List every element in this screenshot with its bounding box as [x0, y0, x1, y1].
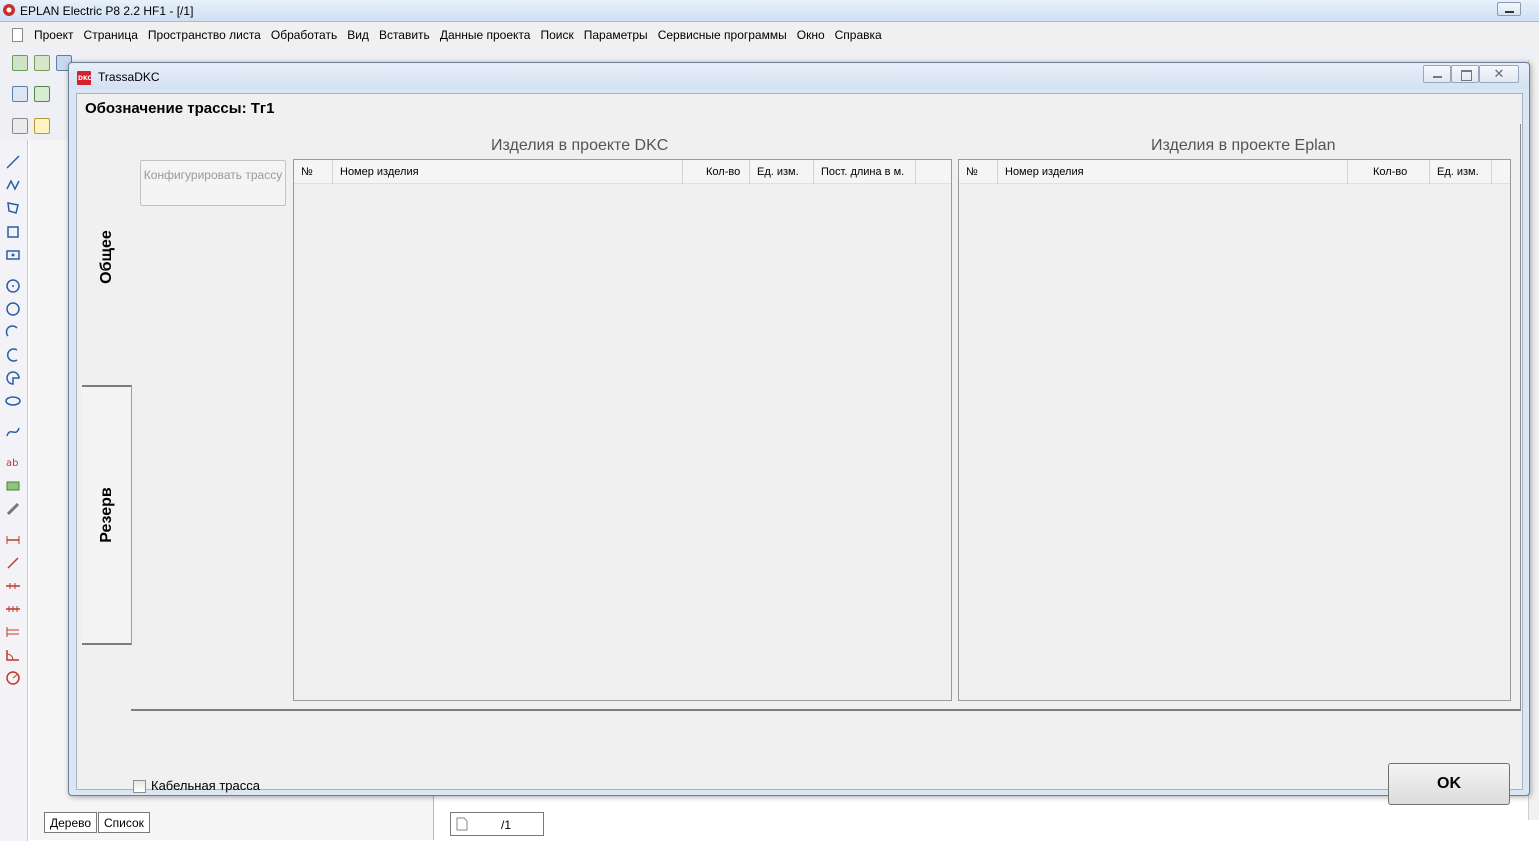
tab-general[interactable]: Общее [82, 127, 132, 387]
menu-page[interactable]: Страница [79, 27, 143, 43]
dialog-body: Обозначение трассы: Тг1 Общее Резерв Кон… [76, 93, 1523, 805]
dialog-minimize-button[interactable] [1423, 65, 1451, 83]
drawing-tools-palette: ab [0, 140, 28, 841]
dimension-tool-icon[interactable] [5, 532, 21, 548]
frame-tool-icon[interactable] [5, 247, 21, 263]
menu-edit[interactable]: Обработать [266, 27, 342, 43]
arc-tool-icon[interactable] [5, 324, 21, 340]
dialog-titlebar: DKC TrassaDKC ✕ [69, 63, 1529, 89]
new-icon[interactable] [12, 55, 28, 71]
col-number[interactable]: № [294, 160, 333, 184]
trassa-dkc-dialog: DKC TrassaDKC ✕ Обозначение трассы: Тг1 … [68, 62, 1530, 805]
tab-reserve[interactable]: Резерв [82, 385, 132, 645]
sector-tool-icon[interactable] [5, 370, 21, 386]
menu-options[interactable]: Параметры [579, 27, 653, 43]
star-icon[interactable] [34, 118, 50, 134]
page-tab-label: /1 [501, 818, 512, 832]
col-product-number[interactable]: Номер изделия [998, 160, 1348, 184]
ok-button[interactable]: OK [1388, 763, 1510, 805]
menu-window[interactable]: Окно [792, 27, 830, 43]
dialog-title: TrassaDKC [98, 70, 160, 84]
tab-general-label: Общее [98, 230, 115, 284]
dialog-close-button[interactable]: ✕ [1479, 65, 1519, 83]
menu-bar: Проект Страница Пространство листа Обраб… [0, 22, 1539, 48]
dialog-maximize-button[interactable] [1451, 65, 1479, 83]
dkc-products-grid[interactable]: № Номер изделия Кол-во Ед. изм. Пост. дл… [293, 159, 952, 701]
col-number[interactable]: № [959, 160, 998, 184]
ellipse-tool-icon[interactable] [5, 393, 21, 409]
dkc-logo-icon: DKC [77, 71, 92, 85]
tab-tree[interactable]: Дерево [44, 812, 98, 833]
main-titlebar: EPLAN Electric P8 2.2 HF1 - [/1] [0, 0, 1539, 22]
close-icon: ✕ [1493, 67, 1505, 82]
dkc-products-title: Изделия в проекте DKC [483, 137, 677, 155]
polyline-tool-icon[interactable] [5, 177, 21, 193]
page-tab[interactable]: /1 [450, 812, 544, 836]
image-tool-icon[interactable] [5, 478, 21, 494]
baseline-dimension-icon[interactable] [5, 624, 21, 640]
eplan-grid-header: № Номер изделия Кол-во Ед. изм. [959, 160, 1510, 184]
col-const-length[interactable]: Пост. длина в м. [814, 160, 916, 184]
menu-search[interactable]: Поиск [535, 27, 578, 43]
tab-reserve-label: Резерв [97, 487, 115, 543]
page-icon[interactable] [12, 86, 28, 102]
arc-3pt-tool-icon[interactable] [5, 347, 21, 363]
col-product-number[interactable]: Номер изделия [333, 160, 683, 184]
menu-project-data[interactable]: Данные проекта [435, 27, 536, 43]
radius-dimension-icon[interactable] [5, 670, 21, 686]
main-window-title: EPLAN Electric P8 2.2 HF1 - [/1] [20, 4, 194, 18]
dkc-grid-header: № Номер изделия Кол-во Ед. изм. Пост. дл… [294, 160, 951, 184]
circle-3pt-tool-icon[interactable] [5, 301, 21, 317]
main-minimize-button[interactable] [1497, 2, 1521, 16]
pencil-tool-icon[interactable] [5, 501, 21, 517]
route-designation-label: Обозначение трассы: Тг1 [85, 100, 275, 117]
cable-route-label: Кабельная трасса [151, 778, 260, 793]
spline-tool-icon[interactable] [5, 424, 21, 440]
chain-dimension-icon[interactable] [5, 578, 21, 594]
col-quantity[interactable]: Кол-во [1348, 160, 1430, 184]
menu-insert[interactable]: Вставить [374, 27, 435, 43]
menu-sheet-space[interactable]: Пространство листа [143, 27, 266, 43]
page-green-icon[interactable] [34, 86, 50, 102]
angle-dimension-icon[interactable] [5, 647, 21, 663]
document-icon [12, 28, 23, 42]
page-icon [456, 817, 468, 831]
eplan-products-grid[interactable]: № Номер изделия Кол-во Ед. изм. [958, 159, 1511, 701]
rectangle-tool-icon[interactable] [5, 224, 21, 240]
col-unit[interactable]: Ед. изм. [1430, 160, 1492, 184]
eplan-products-title: Изделия в проекте Eplan [1143, 137, 1344, 155]
menu-help[interactable]: Справка [830, 27, 887, 43]
svg-text:ab: ab [6, 458, 18, 469]
eplan-app-icon [3, 4, 15, 16]
cable-route-checkbox[interactable] [133, 780, 146, 793]
col-unit[interactable]: Ед. изм. [750, 160, 814, 184]
copy-icon[interactable] [12, 118, 28, 134]
open-icon[interactable] [34, 55, 50, 71]
text-tool-icon[interactable]: ab [5, 454, 21, 470]
line-tool-icon[interactable] [5, 154, 21, 170]
polygon-tool-icon[interactable] [5, 200, 21, 216]
configure-route-button[interactable]: Конфигурировать трассу [140, 160, 286, 206]
circle-tool-icon[interactable] [5, 278, 21, 294]
menu-utilities[interactable]: Сервисные программы [653, 27, 792, 43]
menu-view[interactable]: Вид [342, 27, 374, 43]
incremental-dimension-icon[interactable] [5, 601, 21, 617]
tab-list[interactable]: Список [98, 812, 150, 833]
aligned-dimension-icon[interactable] [5, 555, 21, 571]
menu-project[interactable]: Проект [29, 27, 79, 43]
col-quantity[interactable]: Кол-во [683, 160, 750, 184]
